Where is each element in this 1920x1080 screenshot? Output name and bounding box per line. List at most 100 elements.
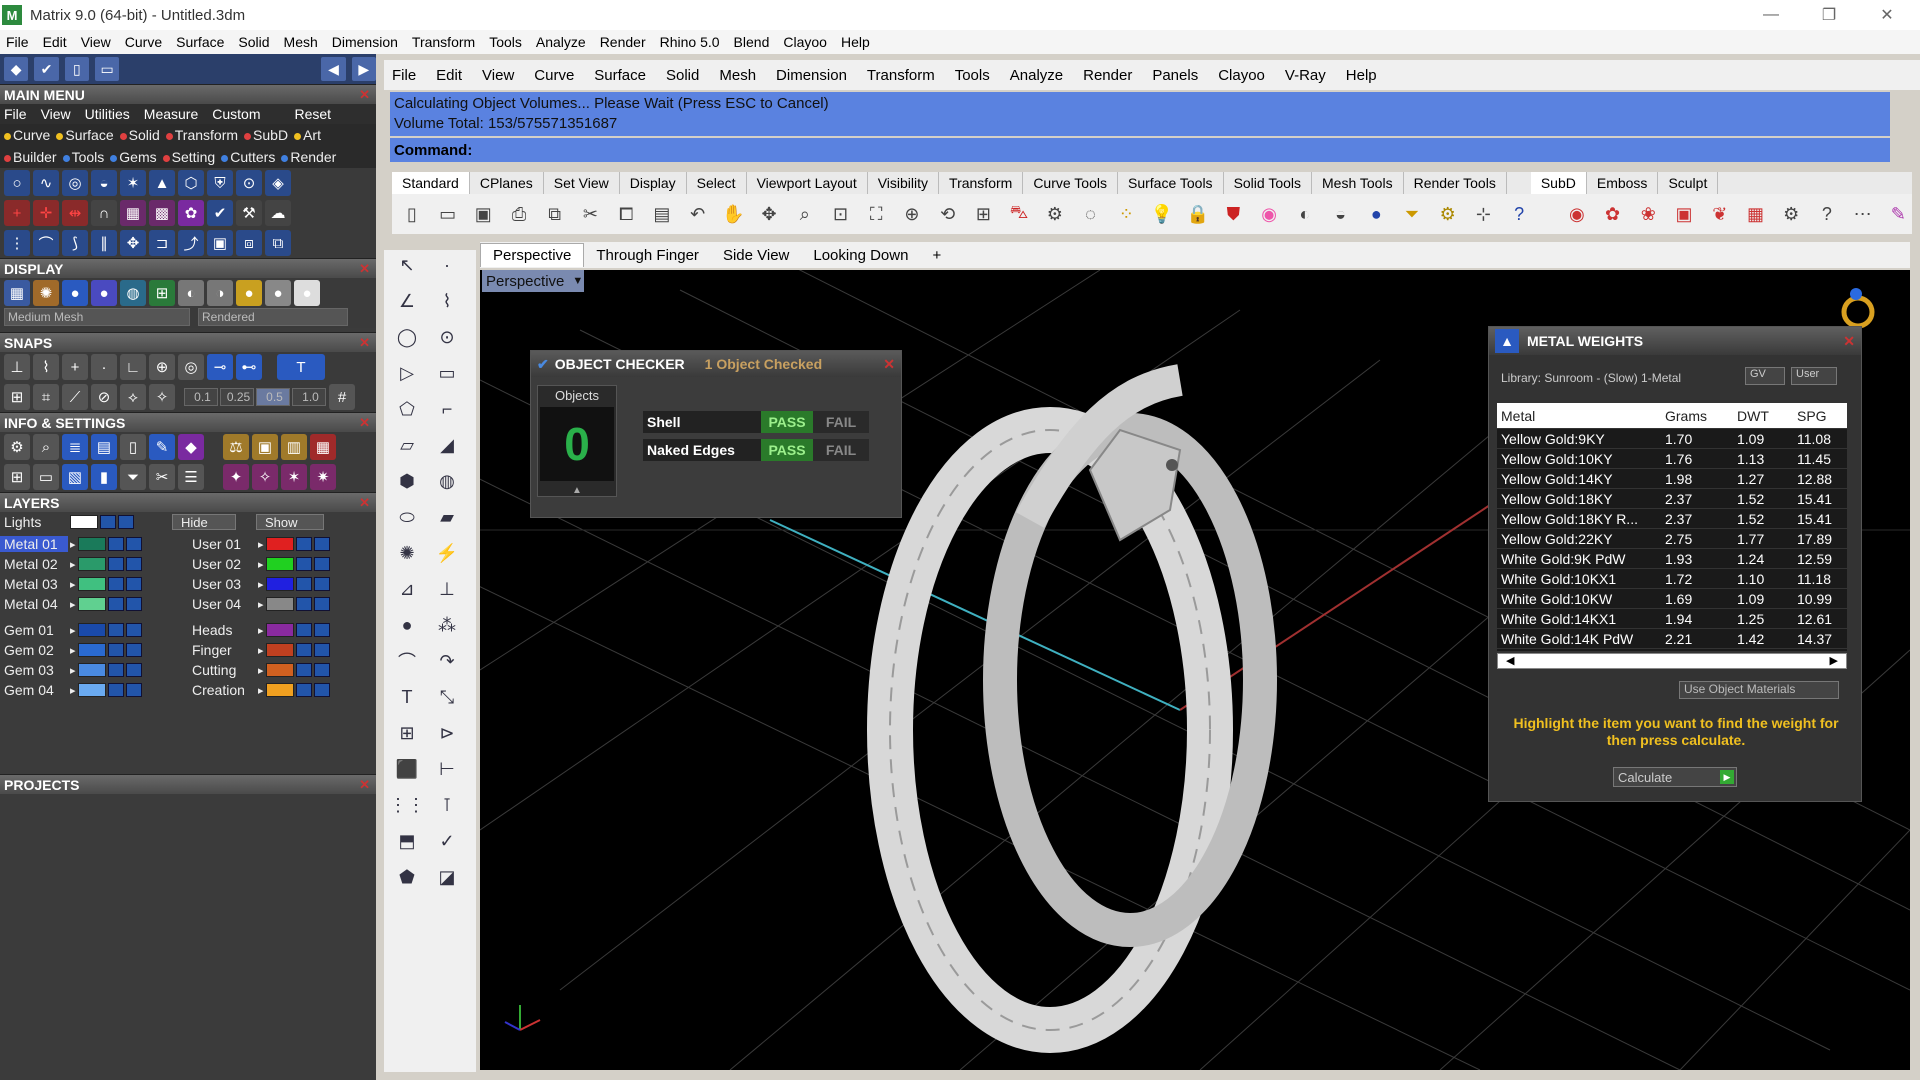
close-icon[interactable]: ✕ — [359, 87, 370, 103]
open-folder-icon[interactable]: ▭ — [94, 57, 120, 81]
visible-icon[interactable] — [118, 515, 134, 529]
menu-item[interactable]: Edit — [43, 34, 67, 50]
print-icon[interactable]: ⎙ — [505, 200, 533, 228]
edit-icon[interactable]: ✎ — [149, 434, 175, 460]
cloud-tool-icon[interactable]: ☁ — [265, 200, 291, 226]
metal-table-row[interactable]: Yellow Gold:22KY 2.75 1.77 17.89 — [1497, 529, 1847, 549]
chevron-down-icon[interactable]: ▼ — [572, 275, 583, 287]
edit-pen-icon[interactable]: ✎ — [1884, 200, 1912, 228]
mirror-tool-icon[interactable]: ⧈ — [236, 230, 262, 256]
layer-color-swatch[interactable] — [265, 597, 294, 611]
metal-table-row[interactable]: Yellow Gold:18KY 2.37 1.52 15.41 — [1497, 489, 1847, 509]
layer-color-swatch[interactable] — [265, 643, 294, 657]
menu-item[interactable]: File — [6, 34, 29, 50]
mm-transform[interactable]: Transform — [165, 127, 238, 143]
layer-color-swatch[interactable] — [265, 663, 294, 677]
environment-icon[interactable]: ◍ — [120, 280, 146, 306]
arc-tool-icon[interactable]: ⌒ — [33, 230, 59, 256]
options-gear-icon[interactable]: ⚙ — [1434, 200, 1462, 228]
render-sphere-icon[interactable]: ● — [1362, 200, 1390, 228]
layer-lock-icon[interactable] — [107, 597, 124, 611]
prong-tool-icon[interactable]: ✶ — [120, 170, 146, 196]
zoom-window-icon[interactable]: ⊡ — [827, 200, 855, 228]
tab-display[interactable]: Display — [620, 172, 687, 194]
metal-table-row[interactable]: Yellow Gold:18KY R... 2.37 1.52 15.41 — [1497, 509, 1847, 529]
chevron-up-icon[interactable]: ▲ — [538, 485, 616, 496]
tab-standard[interactable]: Standard — [392, 172, 470, 194]
calculate-button[interactable]: Calculate ▶ — [1613, 767, 1737, 787]
layer-entry[interactable]: Creation ▸ — [188, 682, 376, 698]
layer-entry[interactable]: Metal 01 ▸ — [0, 536, 188, 552]
flow-tool-icon[interactable]: ⤴ — [178, 230, 204, 256]
slice-tool-icon[interactable]: ⧉ — [265, 230, 291, 256]
analyze-icon[interactable]: ⊺ — [432, 790, 462, 820]
layer-visible-icon[interactable] — [125, 663, 142, 677]
layer-visible-icon[interactable] — [313, 643, 330, 657]
mm-setting[interactable]: Setting — [162, 149, 215, 165]
tab-render-tools[interactable]: Render Tools — [1404, 172, 1507, 194]
tab-emboss[interactable]: Emboss — [1587, 172, 1659, 194]
curve-points-icon[interactable]: ⌇ — [432, 286, 462, 316]
show-button[interactable]: Show — [256, 514, 324, 530]
subd-help-icon[interactable]: ? — [1813, 200, 1841, 228]
layer-visible-icon[interactable] — [313, 597, 330, 611]
subd-curve-icon[interactable]: ❦ — [1706, 200, 1734, 228]
subd-tool-1-icon[interactable]: ✿ — [1599, 200, 1627, 228]
four-view-icon[interactable]: ⊞ — [970, 200, 998, 228]
bulb-icon[interactable]: 💡 — [1148, 200, 1176, 228]
subd-sphere-icon[interactable]: ◉ — [1563, 200, 1591, 228]
dimension-h-icon[interactable]: ⊢ — [432, 754, 462, 784]
snap-mid-icon[interactable]: · — [91, 354, 117, 380]
menu-item[interactable]: Surface — [594, 67, 646, 84]
transform-icon[interactable]: ⊿ — [392, 574, 422, 604]
menu-item[interactable]: Analyze — [1010, 67, 1063, 84]
mm-menu-measure[interactable]: Measure — [144, 106, 198, 122]
mm-curve[interactable]: Curve — [4, 127, 50, 143]
import-icon[interactable]: ⧉ — [541, 200, 569, 228]
layer-lock-icon[interactable] — [295, 663, 312, 677]
material-gold-icon[interactable]: ● — [236, 280, 262, 306]
layer-visible-icon[interactable] — [125, 577, 142, 591]
menu-item[interactable]: V-Ray — [1285, 67, 1326, 84]
snap-end-icon[interactable]: ⊥ — [4, 354, 30, 380]
split-tool-icon[interactable]: ⇹ — [62, 200, 88, 226]
menu-item[interactable]: Rhino 5.0 — [660, 34, 720, 50]
close-icon[interactable]: ✕ — [883, 356, 895, 373]
layer-visible-icon[interactable] — [313, 683, 330, 697]
expand-arrow-icon[interactable]: ▸ — [258, 684, 264, 697]
layer-visible-icon[interactable] — [313, 577, 330, 591]
layer-entry[interactable]: User 03 ▸ — [188, 576, 376, 592]
expand-arrow-icon[interactable]: ▸ — [258, 558, 264, 571]
arrow-right-icon[interactable]: ▶ — [351, 57, 376, 81]
menu-item[interactable]: Solid — [666, 67, 699, 84]
offset-tool-icon[interactable]: ⟆ — [62, 230, 88, 256]
filter-icon[interactable]: ⏷ — [1398, 200, 1426, 228]
planar-icon[interactable]: ⟋ — [62, 384, 88, 410]
metal-table-row[interactable]: White Gold:9K PdW 1.93 1.24 12.59 — [1497, 549, 1847, 569]
tab-curve-tools[interactable]: Curve Tools — [1023, 172, 1118, 194]
cross-tool-icon[interactable]: ✛ — [33, 200, 59, 226]
plus-tool-icon[interactable]: + — [4, 200, 30, 226]
layer-visible-icon[interactable] — [313, 557, 330, 571]
mm-surface[interactable]: Surface — [56, 127, 114, 143]
col-grams[interactable]: Grams — [1661, 408, 1733, 424]
layer-visible-icon[interactable] — [125, 683, 142, 697]
alert-icon[interactable]: ▦ — [310, 434, 336, 460]
gemstone-icon[interactable]: ✧ — [252, 464, 278, 490]
layer-entry[interactable]: Cutting ▸ — [188, 662, 376, 678]
sweep-icon[interactable]: ◢ — [432, 430, 462, 460]
columns-tool-icon[interactable]: ∥ — [91, 230, 117, 256]
snap-point-icon[interactable]: + — [62, 354, 88, 380]
tab-transform[interactable]: Transform — [939, 172, 1024, 194]
menu-item[interactable]: Solid — [238, 34, 269, 50]
ring-tool-icon[interactable]: ◎ — [62, 170, 88, 196]
material-silver-icon[interactable]: ◑ — [207, 280, 233, 306]
expand-arrow-icon[interactable]: ▸ — [70, 578, 76, 591]
layer-visible-icon[interactable] — [313, 663, 330, 677]
layer-color-swatch[interactable] — [77, 663, 106, 677]
viewport-label[interactable]: Perspective ▼ — [482, 270, 584, 292]
snap-toggle-icon[interactable]: T — [277, 354, 325, 380]
rectangle-icon[interactable]: ▭ — [432, 358, 462, 388]
osnap-icon[interactable]: ⊘ — [91, 384, 117, 410]
menu-item[interactable]: Transform — [412, 34, 475, 50]
